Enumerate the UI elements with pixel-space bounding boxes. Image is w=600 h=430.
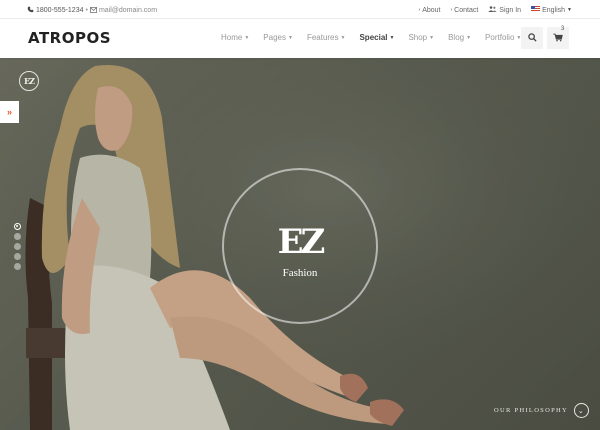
language-selector[interactable]: English ▼ [531, 6, 572, 14]
us-flag-icon [531, 6, 541, 14]
chevron-down-icon: ▼ [389, 34, 395, 41]
cart-count-badge: 3 [561, 26, 565, 32]
cart-button[interactable] [547, 27, 569, 49]
main-nav: Home ▼ Pages ▼ Features ▼ Special ▼ Shop… [221, 33, 521, 42]
ez-logo-badge[interactable]: EZ [19, 71, 39, 91]
caret-down-icon: ▼ [567, 7, 572, 13]
hero-circle: EZ Fashion [222, 168, 378, 324]
nav-item-portfolio[interactable]: Portfolio ▼ [485, 33, 521, 42]
hero-slider: EZ » EZ Fashion OUR PHILOSOPHY ⌄ [0, 58, 600, 430]
nav-item-blog[interactable]: Blog ▼ [448, 33, 471, 42]
slider-dot-3[interactable] [14, 243, 21, 250]
side-panel-toggle[interactable]: » [0, 101, 19, 123]
nav-item-pages[interactable]: Pages ▼ [263, 33, 293, 42]
search-icon [527, 29, 537, 47]
chevron-down-icon: ▼ [429, 34, 435, 41]
signin-link[interactable]: Sign In [488, 6, 521, 14]
nav-pages-label: Pages [263, 33, 286, 42]
philosophy-label: OUR PHILOSOPHY [494, 407, 568, 414]
language-label: English [542, 6, 566, 14]
our-philosophy-link[interactable]: OUR PHILOSOPHY ⌄ [494, 403, 589, 418]
slider-dot-5[interactable] [14, 263, 21, 270]
double-chevron-right-icon: » [6, 107, 12, 117]
envelope-icon [89, 6, 97, 15]
top-bar: 1800-555-1234 • mail@domain.com › About … [0, 0, 600, 19]
nav-home-label: Home [221, 33, 243, 42]
nav-item-features[interactable]: Features ▼ [307, 33, 346, 42]
nav-features-label: Features [306, 33, 339, 42]
email-link[interactable]: mail@domain.com [99, 7, 157, 14]
chevron-down-icon: ▼ [340, 34, 346, 41]
hero-subtitle: Fashion [282, 267, 318, 279]
slider-dot-2[interactable] [14, 233, 21, 240]
chevron-down-icon: ▼ [244, 34, 250, 41]
signin-label: Sign In [499, 6, 522, 14]
chevron-down-circle-icon: ⌄ [574, 403, 589, 418]
chevron-right-icon: › [450, 7, 453, 13]
nav-item-shop[interactable]: Shop ▼ [408, 33, 434, 42]
nav-special-label: Special [359, 33, 388, 42]
site-logo[interactable]: ATROPOS [28, 29, 111, 47]
search-button[interactable] [521, 27, 543, 49]
phone-number[interactable]: 1800-555-1234 [36, 7, 84, 14]
slider-dot-4[interactable] [14, 253, 21, 260]
hero-ez-logo: EZ [277, 222, 326, 262]
nav-item-special[interactable]: Special ▼ [359, 33, 394, 42]
contact-info: 1800-555-1234 • mail@domain.com [27, 6, 157, 15]
nav-portfolio-label: Portfolio [485, 33, 515, 42]
about-link[interactable]: › About [419, 7, 441, 14]
slider-dot-1[interactable] [14, 223, 21, 230]
phone-icon [27, 6, 34, 15]
nav-blog-label: Blog [448, 33, 465, 42]
top-links: › About › Contact Sign In English ▼ [419, 6, 572, 14]
main-header: ATROPOS Home ▼ Pages ▼ Features ▼ Specia… [0, 19, 600, 58]
chevron-down-icon: ▼ [466, 34, 472, 41]
nav-item-home[interactable]: Home ▼ [221, 33, 249, 42]
chevron-right-icon: › [418, 7, 421, 13]
users-icon [488, 6, 497, 14]
slider-pagination [14, 223, 21, 270]
ez-badge-text: EZ [24, 76, 35, 86]
about-label: About [422, 6, 441, 14]
contact-link[interactable]: › Contact [450, 7, 478, 14]
contact-label: Contact [454, 6, 479, 14]
nav-shop-label: Shop [408, 33, 428, 42]
chevron-down-icon: ▼ [287, 34, 293, 41]
